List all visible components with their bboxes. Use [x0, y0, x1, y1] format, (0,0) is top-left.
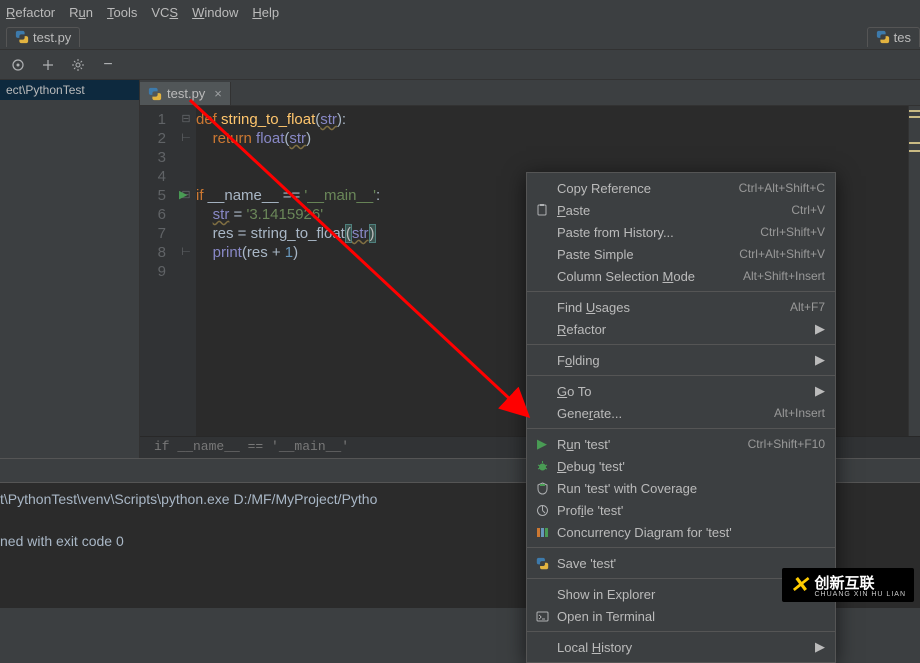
bug-icon [535, 459, 549, 473]
menu-window[interactable]: Window [192, 5, 238, 20]
python-file-icon [15, 30, 29, 44]
coverage-icon [535, 481, 549, 495]
line-number: 6 [140, 205, 166, 224]
menu-paste[interactable]: PasteCtrl+V [527, 199, 835, 221]
watermark-logo: ✕ [790, 572, 808, 598]
editor-scrollbar[interactable] [908, 106, 920, 436]
editor-tabstrip: test.py × [140, 80, 920, 106]
concurrency-icon [535, 525, 549, 539]
menu-vcs[interactable]: VCS [151, 5, 178, 20]
clipboard-icon [535, 203, 549, 217]
line-number: 4 [140, 167, 166, 186]
menu-copy-reference[interactable]: Copy ReferenceCtrl+Alt+Shift+C [527, 177, 835, 199]
line-number: 3 [140, 148, 166, 167]
profile-icon [535, 503, 549, 517]
menu-open-terminal[interactable]: Open in Terminal [527, 605, 835, 627]
project-sidebar: ect\PythonTest [0, 80, 140, 458]
menu-run-test[interactable]: ▶Run 'test'Ctrl+Shift+F10 [527, 433, 835, 455]
file-tab-right-label: tes [894, 30, 911, 45]
python-file-icon [876, 30, 890, 44]
gear-icon[interactable] [70, 57, 86, 73]
menu-refactor[interactable]: Refactor▶ [527, 318, 835, 340]
menu-tools[interactable]: Tools [107, 5, 137, 20]
line-number: 7 [140, 224, 166, 243]
menu-refactor[interactable]: Refactor [6, 5, 55, 20]
menu-paste-simple[interactable]: Paste SimpleCtrl+Alt+Shift+V [527, 243, 835, 265]
menu-help[interactable]: Help [252, 5, 279, 20]
file-tab-test[interactable]: test.py [6, 27, 80, 47]
menu-debug-test[interactable]: Debug 'test' [527, 455, 835, 477]
line-number: 2 [140, 129, 166, 148]
line-number: 5 [140, 186, 166, 205]
watermark: ✕ 创新互联 CHUANG XIN HU LIAN [782, 568, 914, 602]
file-tab-label: test.py [33, 30, 71, 45]
file-tab-right[interactable]: tes [867, 27, 920, 47]
menu-profile-test[interactable]: Profile 'test' [527, 499, 835, 521]
fold-end: ⊢ [176, 129, 196, 148]
line-number: 9 [140, 262, 166, 281]
sidebar-project-root[interactable]: ect\PythonTest [0, 80, 139, 100]
editor-tab-label: test.py [167, 86, 205, 101]
menu-goto[interactable]: Go To▶ [527, 380, 835, 402]
tabstrip: test.py tes [0, 24, 920, 50]
run-icon: ▶ [535, 437, 549, 451]
terminal-icon [535, 609, 549, 623]
menu-generate[interactable]: Generate...Alt+Insert [527, 402, 835, 424]
console-line: ned with exit code 0 [0, 533, 124, 549]
menu-run-coverage[interactable]: Run 'test' with Coverage [527, 477, 835, 499]
menu-folding[interactable]: Folding▶ [527, 349, 835, 371]
line-number: 1 [140, 110, 166, 129]
hide-icon[interactable]: − [100, 57, 116, 73]
menu-run[interactable]: Run [69, 5, 93, 20]
python-file-icon [535, 556, 549, 570]
watermark-sub: CHUANG XIN HU LIAN [814, 591, 906, 598]
fold-end: ⊢ [176, 243, 196, 262]
locate-icon[interactable] [10, 57, 26, 73]
line-gutter: 1 2 3 4 5 6 7 8 9 [140, 106, 176, 436]
menu-concurrency[interactable]: Concurrency Diagram for 'test' [527, 521, 835, 543]
menu-local-history[interactable]: Local History▶ [527, 636, 835, 658]
menu-find-usages[interactable]: Find UsagesAlt+F7 [527, 296, 835, 318]
fold-marker[interactable]: ⊟ [176, 110, 196, 129]
watermark-brand: 创新互联 [814, 572, 906, 593]
line-number: 8 [140, 243, 166, 262]
run-gutter-icon[interactable]: ▶ [179, 186, 187, 205]
close-icon[interactable]: × [214, 86, 222, 101]
console-line: t\PythonTest\venv\Scripts\python.exe D:/… [0, 491, 377, 507]
collapse-icon[interactable] [40, 57, 56, 73]
project-toolbar: − [0, 50, 920, 80]
editor-tab-test[interactable]: test.py × [140, 82, 231, 105]
menu-paste-history[interactable]: Paste from History...Ctrl+Shift+V [527, 221, 835, 243]
fold-column: ⊟ ⊢ ▶⊟ ⊢ [176, 106, 196, 436]
menubar: Refactor Run Tools VCS Window Help [0, 0, 920, 24]
menu-column-selection[interactable]: Column Selection ModeAlt+Shift+Insert [527, 265, 835, 287]
python-file-icon [148, 87, 162, 101]
